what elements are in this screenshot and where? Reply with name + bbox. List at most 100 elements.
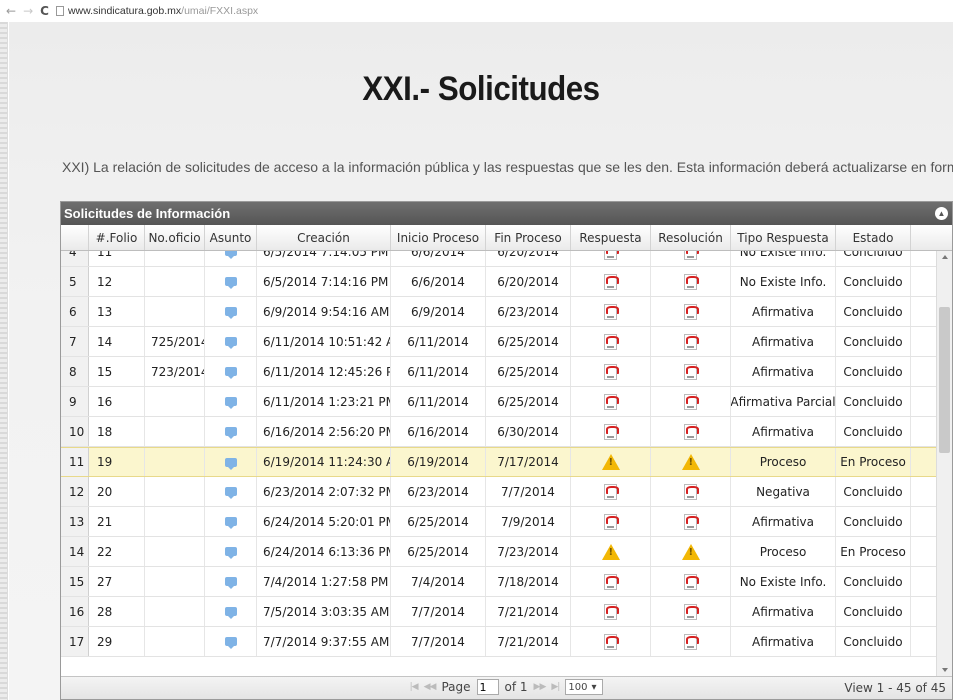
pdf-icon[interactable] <box>604 251 619 260</box>
table-row[interactable]: 9 16 6/11/2014 1:23:21 PM 6/11/2014 6/25/201… <box>61 387 938 417</box>
scroll-down-arrow-icon[interactable] <box>942 668 948 672</box>
pdf-icon[interactable] <box>604 303 619 320</box>
warning-icon[interactable] <box>681 454 700 470</box>
cell-fin-proceso: 6/20/2014 <box>486 267 571 296</box>
cell-creacion: 6/11/2014 12:45:26 PM <box>257 357 391 386</box>
rows-per-page-select[interactable]: 100 ▾ <box>565 679 604 695</box>
pdf-icon[interactable] <box>604 573 619 590</box>
message-icon[interactable] <box>224 307 237 319</box>
page-icon <box>55 6 64 16</box>
table-row[interactable]: 17 29 7/7/2014 9:37:55 AM 7/7/2014 7/21/2014… <box>61 627 938 657</box>
cell-fin-proceso: 6/23/2014 <box>486 297 571 326</box>
next-page-icon[interactable]: ▶▶ <box>534 682 547 692</box>
header-asunto[interactable]: Asunto <box>205 225 257 250</box>
message-icon[interactable] <box>224 577 237 589</box>
header-inicio-proceso[interactable]: Inicio Proceso <box>391 225 486 250</box>
pdf-icon[interactable] <box>684 251 699 260</box>
pdf-icon[interactable] <box>684 603 699 620</box>
header-folio[interactable]: #.Folio <box>89 225 145 250</box>
cell-oficio <box>145 477 205 506</box>
cell-folio: 29 <box>89 627 145 656</box>
pdf-icon[interactable] <box>684 633 699 650</box>
forward-arrow-icon[interactable]: → <box>23 4 33 18</box>
table-row[interactable]: 10 18 6/16/2014 2:56:20 PM 6/16/2014 6/30/20… <box>61 417 938 447</box>
cell-inicio-proceso: 6/25/2014 <box>391 507 486 536</box>
collapse-grid-icon[interactable]: ▲ <box>935 207 948 220</box>
message-icon[interactable] <box>224 607 237 619</box>
message-icon[interactable] <box>224 367 237 379</box>
pdf-icon[interactable] <box>684 393 699 410</box>
message-icon[interactable] <box>224 457 237 470</box>
last-page-icon[interactable]: ▶| <box>551 682 560 692</box>
table-row[interactable]: 11 19 6/19/2014 11:24:30 AM 6/19/2014 7/17/2… <box>61 447 938 477</box>
table-row[interactable]: 8 15 723/2014 6/11/2014 12:45:26 PM 6/11/201… <box>61 357 938 387</box>
pdf-icon[interactable] <box>684 333 699 350</box>
message-icon[interactable] <box>224 337 237 349</box>
cell-fin-proceso: 7/21/2014 <box>486 597 571 626</box>
pdf-icon[interactable] <box>684 483 699 500</box>
scroll-thumb[interactable] <box>939 307 950 453</box>
warning-icon[interactable] <box>601 454 620 470</box>
pdf-icon[interactable] <box>604 393 619 410</box>
pdf-icon[interactable] <box>604 363 619 380</box>
page-number-input[interactable] <box>476 679 499 695</box>
message-icon[interactable] <box>224 487 237 499</box>
cell-respuesta <box>571 357 651 386</box>
header-fin-proceso[interactable]: Fin Proceso <box>486 225 571 250</box>
reload-icon[interactable]: C <box>40 4 49 18</box>
cell-asunto <box>205 357 257 386</box>
cell-respuesta <box>571 567 651 596</box>
message-icon[interactable] <box>224 517 237 529</box>
pdf-icon[interactable] <box>604 423 619 440</box>
pdf-icon[interactable] <box>684 363 699 380</box>
page-label: Page <box>441 680 471 694</box>
table-row[interactable]: 15 27 7/4/2014 1:27:58 PM 7/4/2014 7/18/2014… <box>61 567 938 597</box>
message-icon[interactable] <box>224 251 237 259</box>
cell-respuesta <box>571 417 651 446</box>
pdf-icon[interactable] <box>604 603 619 620</box>
table-row[interactable]: 6 13 6/9/2014 9:54:16 AM 6/9/2014 6/23/2014 A… <box>61 297 938 327</box>
back-arrow-icon[interactable]: ← <box>6 4 16 18</box>
pdf-icon[interactable] <box>684 303 699 320</box>
header-respuesta[interactable]: Respuesta <box>571 225 651 250</box>
table-row[interactable]: 13 21 6/24/2014 5:20:01 PM 6/25/2014 7/9/201… <box>61 507 938 537</box>
header-tipo-respuesta[interactable]: Tipo Respuesta <box>731 225 836 250</box>
pdf-icon[interactable] <box>604 633 619 650</box>
url-text[interactable]: www.sindicatura.gob.mx/umai/FXXI.aspx <box>68 5 258 17</box>
table-row[interactable]: 4 11 6/5/2014 7:14:05 PM 6/6/2014 6/20/2014 N… <box>61 251 938 267</box>
header-estado[interactable]: Estado <box>836 225 911 250</box>
pdf-icon[interactable] <box>604 483 619 500</box>
pdf-icon[interactable] <box>684 273 699 290</box>
message-icon[interactable] <box>224 277 237 289</box>
vertical-scrollbar[interactable] <box>936 251 952 676</box>
message-icon[interactable] <box>224 637 237 649</box>
prev-page-icon[interactable]: ◀◀ <box>424 682 437 692</box>
scroll-up-arrow-icon[interactable] <box>942 255 948 259</box>
header-creacion[interactable]: Creación <box>257 225 391 250</box>
warning-icon[interactable] <box>601 543 620 560</box>
cell-fin-proceso: 6/25/2014 <box>486 327 571 356</box>
message-icon[interactable] <box>224 427 237 439</box>
pdf-icon[interactable] <box>684 573 699 590</box>
pdf-icon[interactable] <box>604 513 619 530</box>
header-oficio[interactable]: No.oficio <box>145 225 205 250</box>
table-row[interactable]: 7 14 725/2014 6/11/2014 10:51:42 AM 6/11/201… <box>61 327 938 357</box>
table-row[interactable]: 14 22 6/24/2014 6:13:36 PM 6/25/2014 7/23/20… <box>61 537 938 567</box>
cell-oficio <box>145 597 205 626</box>
cell-inicio-proceso: 6/25/2014 <box>391 537 486 566</box>
cell-respuesta <box>571 537 651 566</box>
table-row[interactable]: 16 28 7/5/2014 3:03:35 AM 7/7/2014 7/21/2014… <box>61 597 938 627</box>
message-icon[interactable] <box>224 547 237 559</box>
warning-icon[interactable] <box>681 543 700 560</box>
table-row[interactable]: 12 20 6/23/2014 2:07:32 PM 6/23/2014 7/7/201… <box>61 477 938 507</box>
table-row[interactable]: 5 12 6/5/2014 7:14:16 PM 6/6/2014 6/20/2014 N… <box>61 267 938 297</box>
message-icon[interactable] <box>224 397 237 409</box>
pdf-icon[interactable] <box>684 513 699 530</box>
header-resolucion[interactable]: Resolución <box>651 225 731 250</box>
pdf-icon[interactable] <box>604 273 619 290</box>
pdf-icon[interactable] <box>604 333 619 350</box>
pdf-icon[interactable] <box>684 423 699 440</box>
cell-creacion: 6/5/2014 7:14:16 PM <box>257 267 391 296</box>
address-bar[interactable]: www.sindicatura.gob.mx/umai/FXXI.aspx <box>55 5 258 17</box>
first-page-icon[interactable]: |◀ <box>410 682 419 692</box>
